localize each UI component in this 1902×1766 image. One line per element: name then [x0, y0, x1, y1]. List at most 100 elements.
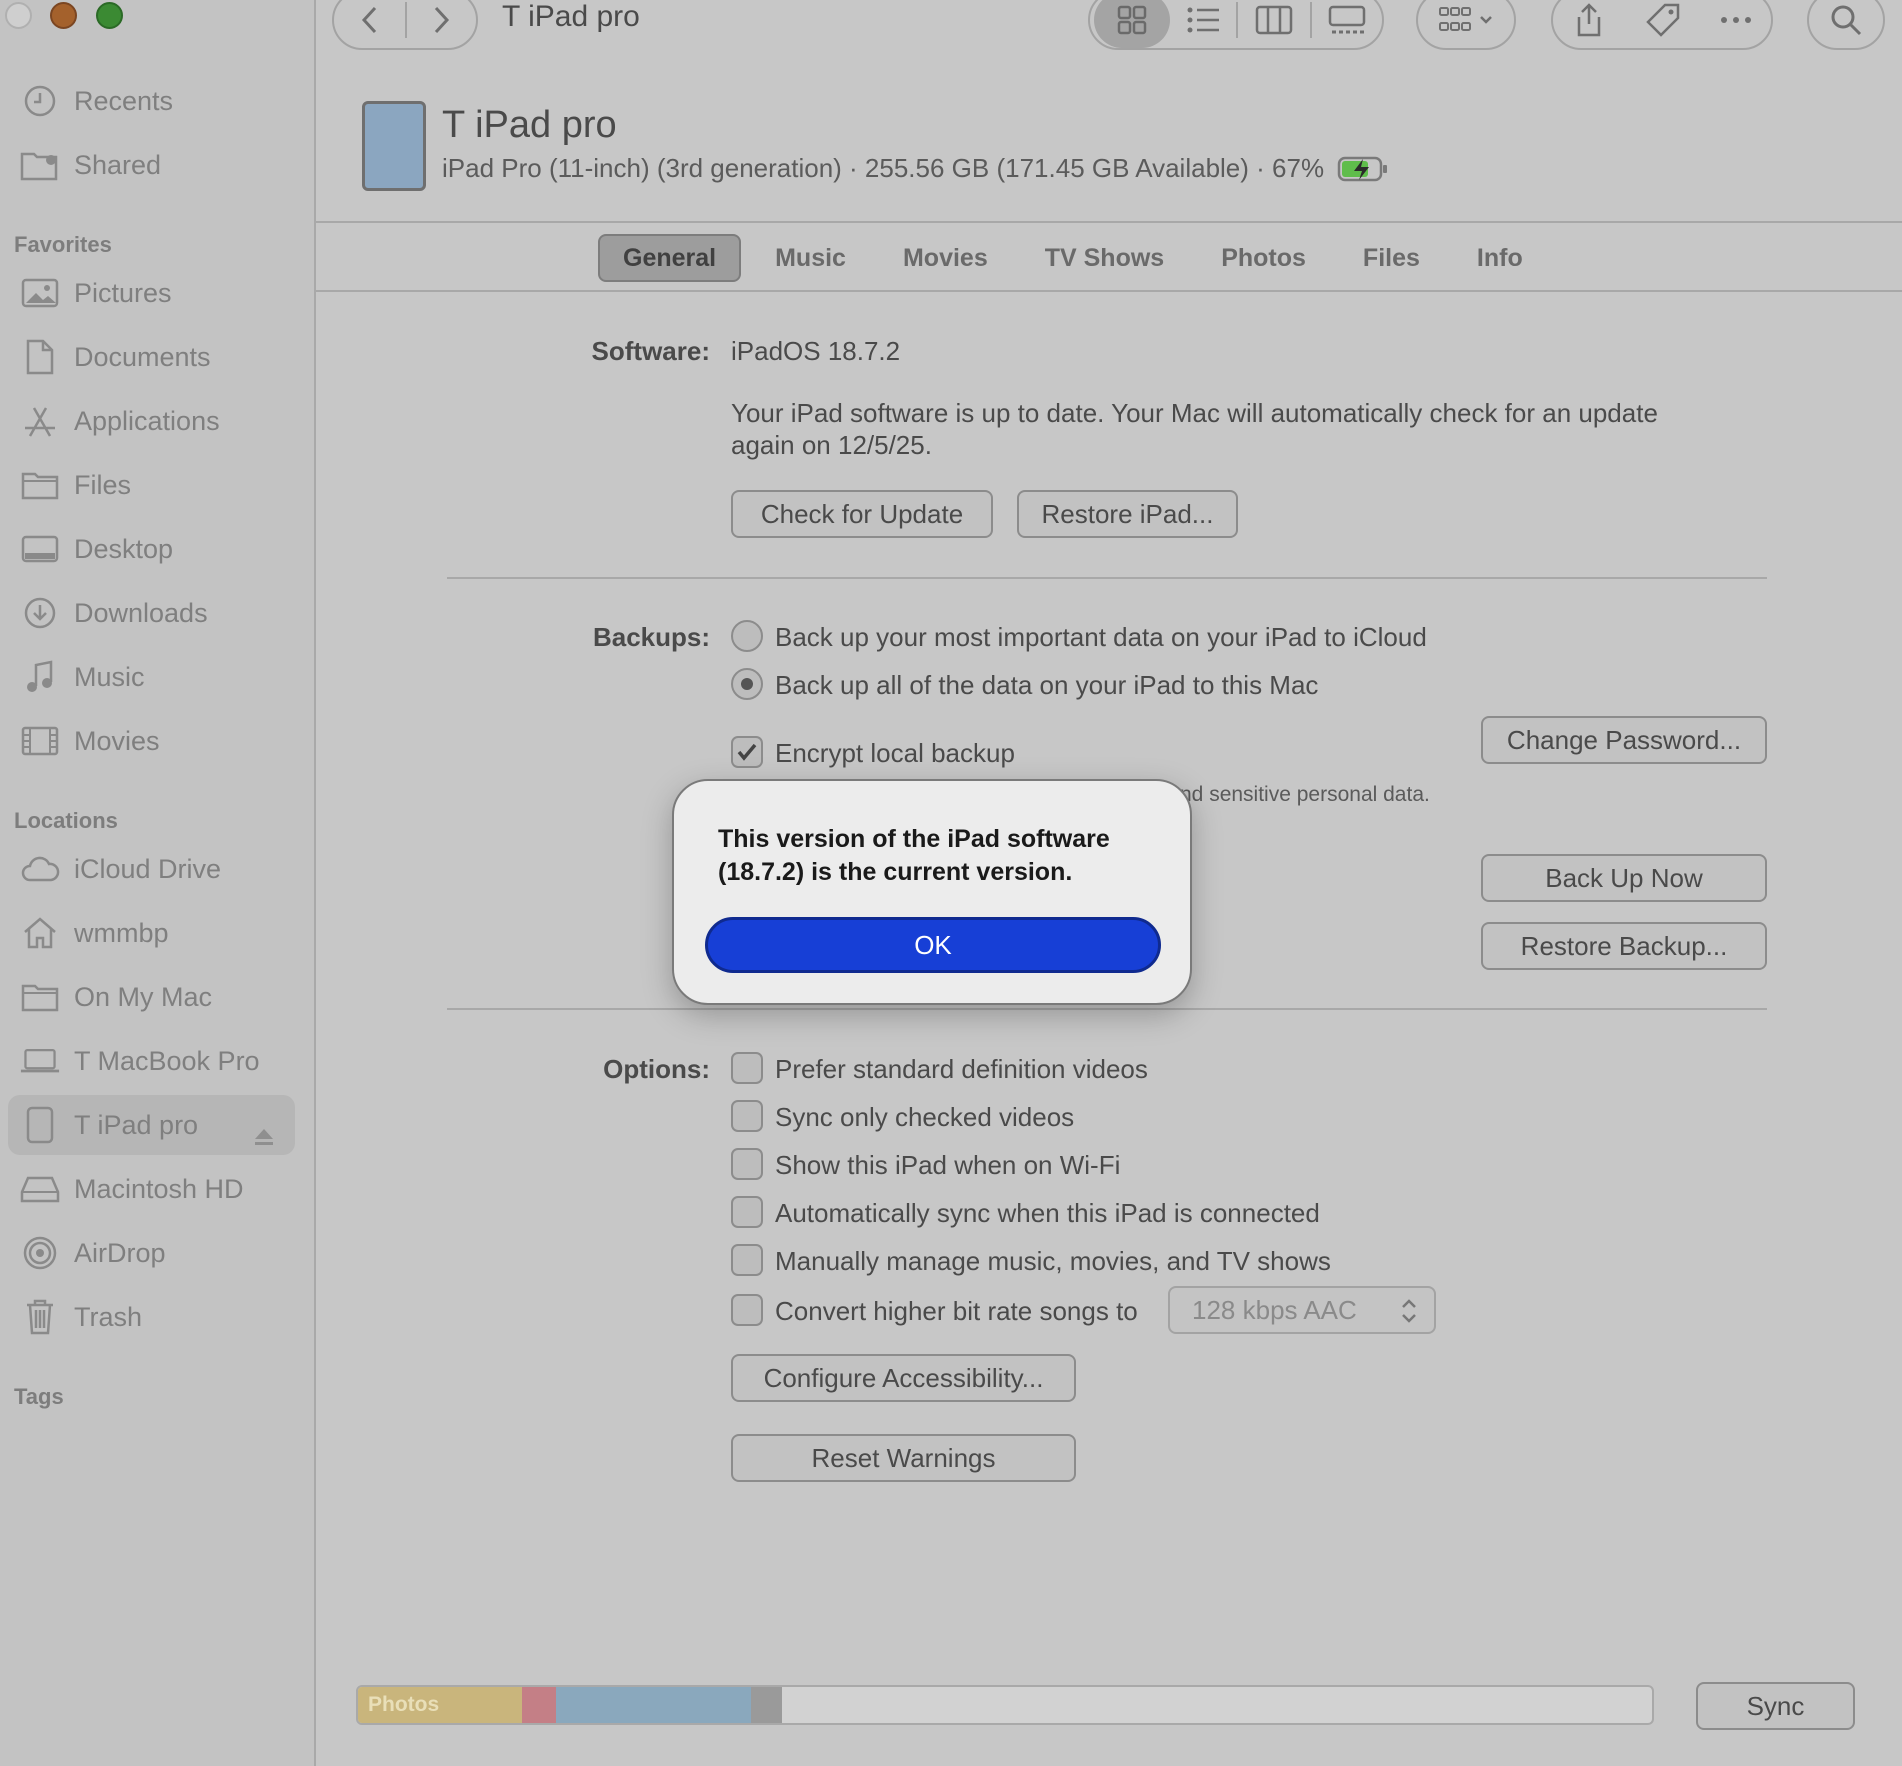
tags-heading: Tags: [14, 1384, 64, 1409]
eject-icon[interactable]: [253, 1123, 275, 1154]
sidebar-item-t-ipad-pro[interactable]: T iPad pro: [8, 1095, 295, 1155]
back-up-now-button[interactable]: Back Up Now: [1481, 854, 1767, 902]
tab-tv-shows[interactable]: TV Shows: [1022, 234, 1187, 282]
sidebar-item-icloud-drive[interactable]: iCloud Drive: [8, 839, 295, 899]
bitrate-select-value: 128 kbps AAC: [1192, 1294, 1357, 1325]
backup-icloud-radio[interactable]: [731, 620, 763, 652]
folder-icon: [20, 465, 60, 505]
sidebar-item-pictures[interactable]: Pictures: [8, 263, 295, 323]
convert-bitrate-checkbox[interactable]: [731, 1294, 763, 1326]
sidebar-item-t-macbook-pro[interactable]: T MacBook Pro: [8, 1031, 295, 1091]
gallery-view-button[interactable]: [1312, 0, 1382, 48]
sidebar-item-label: Downloads: [74, 597, 208, 628]
backup-mac-radio[interactable]: [731, 668, 763, 700]
search-icon: [1831, 5, 1862, 36]
trash-icon: [20, 1297, 60, 1337]
change-password-button[interactable]: Change Password...: [1481, 716, 1767, 764]
sidebar-item-movies[interactable]: Movies: [8, 711, 295, 771]
sidebar-item-downloads[interactable]: Downloads: [8, 583, 295, 643]
home-icon: [20, 913, 60, 953]
sync-button[interactable]: Sync: [1696, 1682, 1855, 1730]
prefer-sd-videos-checkbox[interactable]: [731, 1052, 763, 1084]
tab-photos[interactable]: Photos: [1198, 234, 1329, 282]
chevron-right-icon: [435, 6, 450, 34]
sidebar-item-recents[interactable]: Recents: [8, 71, 295, 131]
grid-icon: [1117, 5, 1147, 35]
share-icon: [1577, 3, 1601, 37]
app-store-icon: [20, 401, 60, 441]
tab-movies[interactable]: Movies: [880, 234, 1011, 282]
encrypt-backup-checkbox[interactable]: [731, 736, 763, 768]
list-view-button[interactable]: [1170, 0, 1236, 48]
search-button[interactable]: [1807, 0, 1885, 50]
reset-warnings-button[interactable]: Reset Warnings: [731, 1434, 1076, 1482]
column-view-button[interactable]: [1238, 0, 1310, 48]
auto-sync-checkbox[interactable]: [731, 1196, 763, 1228]
airdrop-icon: [20, 1233, 60, 1273]
desktop-icon: [20, 529, 60, 569]
sync-checked-videos-checkbox[interactable]: [731, 1100, 763, 1132]
storage-segment-label: Photos: [368, 1693, 440, 1716]
tab-general[interactable]: General: [598, 234, 742, 282]
sidebar-item-files[interactable]: Files: [8, 455, 295, 515]
tab-bar: General Music Movies TV Shows Photos Fil…: [598, 234, 1557, 282]
locations-heading: Locations: [14, 808, 118, 833]
group-button[interactable]: [1416, 0, 1516, 50]
sidebar-item-on-my-mac[interactable]: On My Mac: [8, 967, 295, 1027]
configure-accessibility-button[interactable]: Configure Accessibility...: [731, 1354, 1076, 1402]
battery-charging-icon: [1338, 156, 1388, 182]
chevron-left-icon: [361, 6, 376, 34]
restore-ipad-button[interactable]: Restore iPad...: [1017, 490, 1238, 538]
tab-music[interactable]: Music: [752, 234, 869, 282]
tab-info[interactable]: Info: [1454, 234, 1546, 282]
manually-manage-label: Manually manage music, movies, and TV sh…: [775, 1246, 1331, 1276]
ok-button[interactable]: OK: [705, 917, 1161, 973]
clock-icon: [20, 81, 60, 121]
forward-button[interactable]: [407, 0, 476, 48]
icon-view-button[interactable]: [1094, 0, 1170, 48]
sidebar-item-wmmbp[interactable]: wmmbp: [8, 903, 295, 963]
up-down-chevron-icon: [1402, 1299, 1416, 1323]
folder-icon: [20, 977, 60, 1017]
sidebar-item-music[interactable]: Music: [8, 647, 295, 707]
bitrate-select[interactable]: 128 kbps AAC: [1168, 1286, 1436, 1334]
sidebar-item-macintosh-hd[interactable]: Macintosh HD: [8, 1159, 295, 1219]
chevron-down-icon: [1480, 16, 1492, 24]
sidebar-item-label: T MacBook Pro: [74, 1045, 260, 1076]
sidebar-item-airdrop[interactable]: AirDrop: [8, 1223, 295, 1283]
sidebar-item-documents[interactable]: Documents: [8, 327, 295, 387]
sidebar-item-label: Pictures: [74, 277, 172, 308]
convert-bitrate-label: Convert higher bit rate songs to: [775, 1296, 1138, 1326]
cloud-icon: [20, 849, 60, 889]
maximize-window-button[interactable]: [96, 2, 123, 29]
check-for-update-button[interactable]: Check for Update: [731, 490, 993, 538]
restore-backup-button[interactable]: Restore Backup...: [1481, 922, 1767, 970]
sidebar-item-label: Desktop: [74, 533, 174, 564]
share-button[interactable]: [1553, 0, 1625, 48]
sidebar-item-trash[interactable]: Trash: [8, 1287, 295, 1347]
sidebar-item-label: iCloud Drive: [74, 853, 222, 884]
storage-segment-apps: [522, 1687, 556, 1723]
close-window-button[interactable]: [5, 2, 32, 29]
show-on-wifi-label: Show this iPad when on Wi-Fi: [775, 1150, 1121, 1180]
storage-bar: Photos: [356, 1685, 1654, 1725]
encrypt-note: nd sensitive personal data.: [1180, 783, 1430, 806]
section-divider: [447, 1008, 1767, 1010]
tabs-divider: [316, 290, 1902, 292]
storage-segment-photos: Photos: [358, 1687, 523, 1723]
back-button[interactable]: [334, 0, 405, 48]
more-button[interactable]: [1701, 0, 1771, 48]
ellipsis-icon: [1721, 17, 1751, 23]
options-label: Options:: [603, 1054, 710, 1084]
ipad-device-icon: [362, 101, 426, 191]
manually-manage-checkbox[interactable]: [731, 1244, 763, 1276]
sync-checked-videos-label: Sync only checked videos: [775, 1102, 1075, 1132]
sidebar-item-applications[interactable]: Applications: [8, 391, 295, 451]
show-on-wifi-checkbox[interactable]: [731, 1148, 763, 1180]
sidebar-item-shared[interactable]: Shared: [8, 135, 295, 195]
tab-files[interactable]: Files: [1340, 234, 1443, 282]
minimize-window-button[interactable]: [50, 2, 77, 29]
sidebar-item-desktop[interactable]: Desktop: [8, 519, 295, 579]
tag-button[interactable]: [1625, 0, 1701, 48]
device-name: T iPad pro: [442, 104, 617, 146]
